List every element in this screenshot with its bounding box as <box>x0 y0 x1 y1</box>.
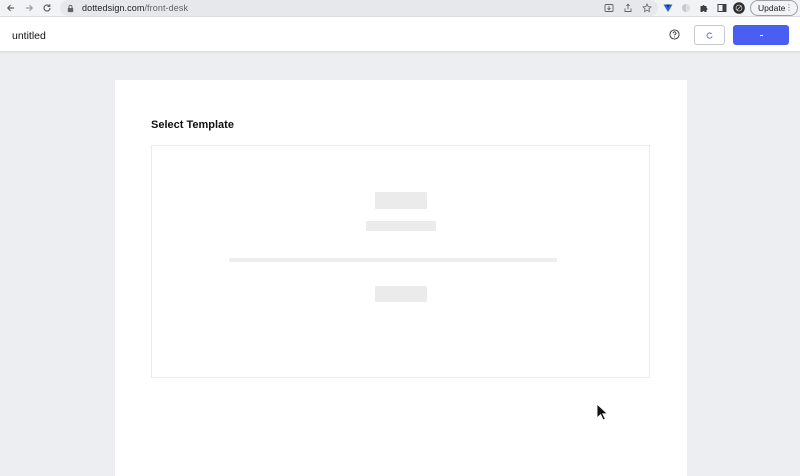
mouse-cursor-icon <box>596 403 608 421</box>
extension-icon-gray[interactable] <box>680 2 692 14</box>
puzzle-extensions-icon[interactable] <box>698 2 710 14</box>
url-path: /front-desk <box>144 3 189 13</box>
profile-avatar-icon[interactable] <box>733 2 745 14</box>
skeleton-placeholder-subtitle <box>366 221 436 231</box>
side-panel-icon[interactable] <box>716 2 728 14</box>
loading-indicator <box>759 34 763 36</box>
back-arrow-icon[interactable] <box>4 1 18 15</box>
skeleton-placeholder-divider <box>229 258 557 262</box>
share-icon[interactable] <box>622 2 633 13</box>
primary-action-button[interactable] <box>733 25 789 45</box>
update-button[interactable]: Update ⋮ <box>750 0 798 16</box>
secondary-action-button[interactable] <box>694 25 725 45</box>
vue-extension-icon[interactable] <box>662 2 674 14</box>
help-icon[interactable] <box>669 29 680 40</box>
forward-arrow-icon[interactable] <box>22 1 36 15</box>
url-host: dottedsign.com <box>82 3 145 13</box>
address-bar[interactable]: dottedsign.com/front-desk <box>60 0 658 16</box>
bookmark-star-icon[interactable] <box>641 2 652 13</box>
skeleton-placeholder-button <box>375 286 427 302</box>
skeleton-placeholder-title <box>375 192 427 209</box>
browser-toolbar: dottedsign.com/front-desk Update ⋮ <box>0 0 800 17</box>
section-title: Select Template <box>151 119 234 131</box>
reload-icon[interactable] <box>40 1 54 15</box>
url-text: dottedsign.com/front-desk <box>82 3 188 13</box>
update-label: Update <box>758 3 786 13</box>
install-icon[interactable] <box>603 2 614 13</box>
loading-spinner-icon <box>706 32 713 39</box>
document-title[interactable]: untitled <box>12 30 46 42</box>
lock-icon[interactable] <box>66 3 76 13</box>
app-header: untitled <box>0 17 800 52</box>
template-card-loading[interactable] <box>151 145 650 378</box>
more-menu-icon[interactable]: ⋮ <box>785 3 793 13</box>
